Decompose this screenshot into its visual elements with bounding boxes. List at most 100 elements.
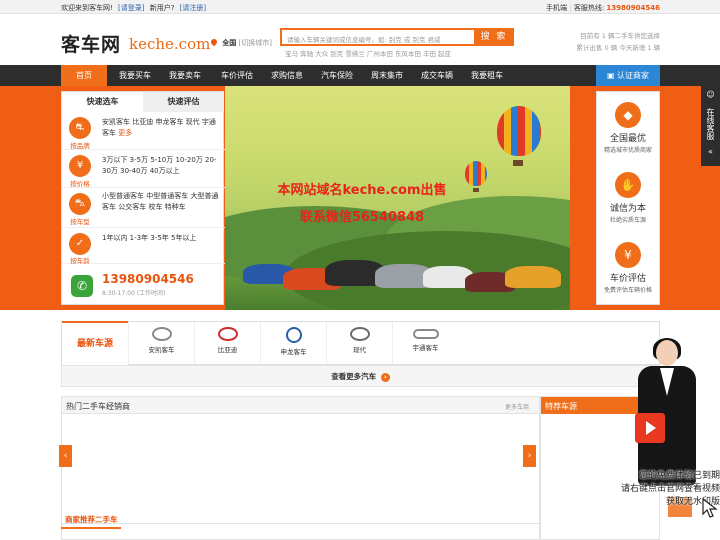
filter-age-options[interactable]: 1年以内 1-3年 3-5年 5年以上 [102, 233, 221, 244]
top-bar-right: 手机端 | 客服热线: 13980904546 [546, 4, 660, 12]
location-pin-icon [209, 37, 219, 47]
prev-arrow-icon[interactable]: ‹ [59, 445, 72, 467]
chevron-right-icon: › [380, 373, 390, 382]
brand-name: 现代 [353, 346, 366, 354]
logo-cn[interactable]: 客车网 [61, 30, 121, 57]
feature-title: 诚信为本 [609, 204, 646, 214]
filter-type-label: 按车型 [70, 218, 90, 226]
more-dealers-link[interactable]: 更多车商 [505, 402, 529, 411]
nav-item-sold[interactable]: 成交车辆 [414, 65, 460, 86]
tab-quick-select[interactable]: 快速选车 [62, 92, 143, 112]
search-box[interactable]: 请输入车辆关键词或信息编号。如: 别克 或 别克 君威 搜 索 [280, 28, 514, 46]
nav-item-home[interactable]: 首页 [61, 65, 107, 86]
balloon-basket [473, 188, 479, 192]
top-bar-left: 欢迎来到客车网! [请登录] 新用户? [请注册] [61, 3, 209, 13]
brand-more-link[interactable]: 更多 [118, 129, 132, 137]
filter-price-row: ¥ 按价格 3万以下 3-5万 5-10万 10-20万 20-30万 30-4… [62, 150, 225, 188]
search-button[interactable]: 搜 索 [474, 28, 514, 46]
filter-price-label: 按价格 [70, 180, 90, 188]
quick-select-panel: 快速选车 快速评估 ⛐ 按品牌 安凯客车 比亚迪 申龙客车 现代 宇通客车 更多… [61, 91, 225, 305]
vw-logo-icon [285, 327, 302, 343]
collapse-icon[interactable]: « [701, 147, 720, 156]
feature-integrity[interactable]: ✋ 诚信为本 杜绝劣质车源 [597, 172, 659, 224]
view-more-label: 查看更多汽车 [331, 372, 377, 381]
main-nav: 首页 我要买车 我要卖车 车价评估 求购信息 汽车保险 周末集市 成交车辆 我要… [0, 65, 720, 86]
nav-item-evaluate[interactable]: 车价评估 [214, 65, 260, 86]
pointer-cursor-icon [702, 498, 718, 518]
view-more-cars-button[interactable]: 查看更多汽车 › [61, 365, 660, 387]
hot-keywords[interactable]: 宝马 奔驰 大众 别克 雪佛兰 广州本田 东风本田 丰田 起亚 [285, 48, 451, 58]
stats-line-2: 累计出售 0 辆 今天新增 1 辆 [576, 44, 660, 52]
phone-number: 13980904546 [102, 272, 194, 286]
filter-price-options[interactable]: 3万以下 3-5万 5-10万 10-20万 20-30万 30-40万 40万… [102, 155, 221, 177]
car-icon: ⛐ [69, 117, 91, 139]
play-icon[interactable] [635, 413, 665, 443]
store-icon: ▣ [606, 71, 618, 80]
feature-valuation[interactable]: ¥ 车价评估 免费评估车辆价格 [597, 242, 659, 294]
service-label: 在线客服 [706, 108, 715, 140]
city-selector[interactable]: 全国 [切换城市] [209, 37, 272, 48]
brand-name: 申龙客车 [280, 348, 307, 356]
hotline-number: 13980904546 [606, 4, 660, 12]
feature-subtitle: 杜绝劣质车源 [609, 217, 646, 224]
certify-label: 认证商家 [617, 71, 650, 80]
brand-name: 安凯客车 [148, 346, 175, 354]
tab-quick-evaluate[interactable]: 快速评估 [143, 92, 224, 112]
filter-type-options[interactable]: 小型普通客车 中型普通客车 大型普通客车 公交客车 校车 特种车 [102, 191, 221, 213]
map-icon: ◆ [615, 102, 641, 128]
certify-merchant-button[interactable]: ▣ 认证商家 [596, 65, 660, 86]
check-icon: ✓ [69, 233, 91, 255]
banner-slogan-1: 本网站域名keche.com出售 [277, 183, 447, 198]
new-user-text: 新用户? [149, 4, 175, 12]
brand-name: 比亚迪 [217, 346, 238, 354]
top-bar: 欢迎来到客车网! [请登录] 新用户? [请注册] 手机端 | 客服热线: 13… [0, 0, 720, 14]
mobile-link[interactable]: 手机端 [546, 4, 567, 12]
latest-cars-tab[interactable]: 最新车源 [62, 321, 128, 366]
filter-type-row: ⛍ 按车型 小型普通客车 中型普通客车 大型普通客车 公交客车 校车 特种车 [62, 188, 225, 228]
ankai-logo-icon [151, 327, 172, 341]
feature-best[interactable]: ◆ 全国最优 精选城市优质商家 [597, 102, 659, 154]
brand-name: 宇通客车 [412, 344, 439, 352]
welcome-text: 欢迎来到客车网! [61, 4, 113, 12]
nav-item-insurance[interactable]: 汽车保险 [314, 65, 360, 86]
login-link[interactable]: [请登录] [118, 4, 144, 12]
balloon-basket [513, 160, 523, 166]
car-image [505, 266, 561, 288]
brand-hyundai[interactable]: 现代 [326, 322, 392, 364]
city-switch-link[interactable]: [切换城市] [238, 39, 271, 47]
nav-item-sell[interactable]: 我要卖车 [162, 65, 208, 86]
nav-item-wanted[interactable]: 求购信息 [264, 65, 310, 86]
brand-byd[interactable]: 比亚迪 [194, 322, 260, 364]
dealers-header: 热门二手车经销商 更多车商 [62, 397, 539, 414]
nav-item-buy[interactable]: 我要买车 [112, 65, 158, 86]
face-shape [656, 340, 678, 366]
feature-title: 全国最优 [609, 134, 646, 144]
filter-brand-options[interactable]: 安凯客车 比亚迪 申龙客车 现代 宇通客车 更多 [102, 117, 221, 139]
online-service-tab[interactable]: ☺ 在线客服 « [701, 86, 720, 166]
watermark-line-1: 您的免费体验已到期 [638, 471, 720, 481]
recommend-title[interactable]: 商家推荐二手车 [61, 510, 121, 529]
phone-row: ✆ 13980904546 8:30-17:00 (工作时间) [62, 264, 225, 304]
nav-item-market[interactable]: 周末集市 [364, 65, 410, 86]
phone-icon: ✆ [71, 275, 93, 297]
audi-logo-icon [412, 329, 439, 339]
feature-subtitle: 免费评估车辆价格 [603, 287, 652, 294]
banner-slogan-2: 联系微信56540848 [299, 210, 425, 225]
balloon-icon [465, 161, 487, 186]
filter-brand-row: ⛐ 按品牌 安凯客车 比亚迪 申龙客车 现代 宇通客车 更多 [62, 112, 225, 150]
search-input[interactable]: 请输入车辆关键词或信息编号。如: 别克 或 别克 君威 [287, 34, 440, 44]
watermark-line-2: 请右键点击官网查看视频 [620, 484, 720, 494]
latest-cars-bar: 最新车源 安凯客车 比亚迪 申龙客车 现代 宇通客车 [61, 321, 660, 366]
divider [61, 523, 540, 524]
register-link[interactable]: [请注册] [180, 4, 206, 12]
brand-ankai[interactable]: 安凯客车 [128, 322, 194, 364]
brand-shenlong[interactable]: 申龙客车 [260, 322, 326, 364]
brand-yutong[interactable]: 宇通客车 [392, 322, 458, 364]
banner-image[interactable]: 本网站域名keche.com出售 联系微信56540848 [225, 86, 570, 310]
logo-en[interactable]: keche.com [129, 35, 210, 53]
site-stats: 目前有 1 辆二手车供您选择 累计出售 0 辆 今天新增 1 辆 [576, 30, 660, 54]
next-arrow-icon[interactable]: › [523, 445, 536, 467]
dealers-section: 热门二手车经销商 更多车商 [61, 396, 540, 540]
hyundai-logo-icon [349, 327, 370, 341]
nav-item-rent[interactable]: 我要租车 [464, 65, 510, 86]
